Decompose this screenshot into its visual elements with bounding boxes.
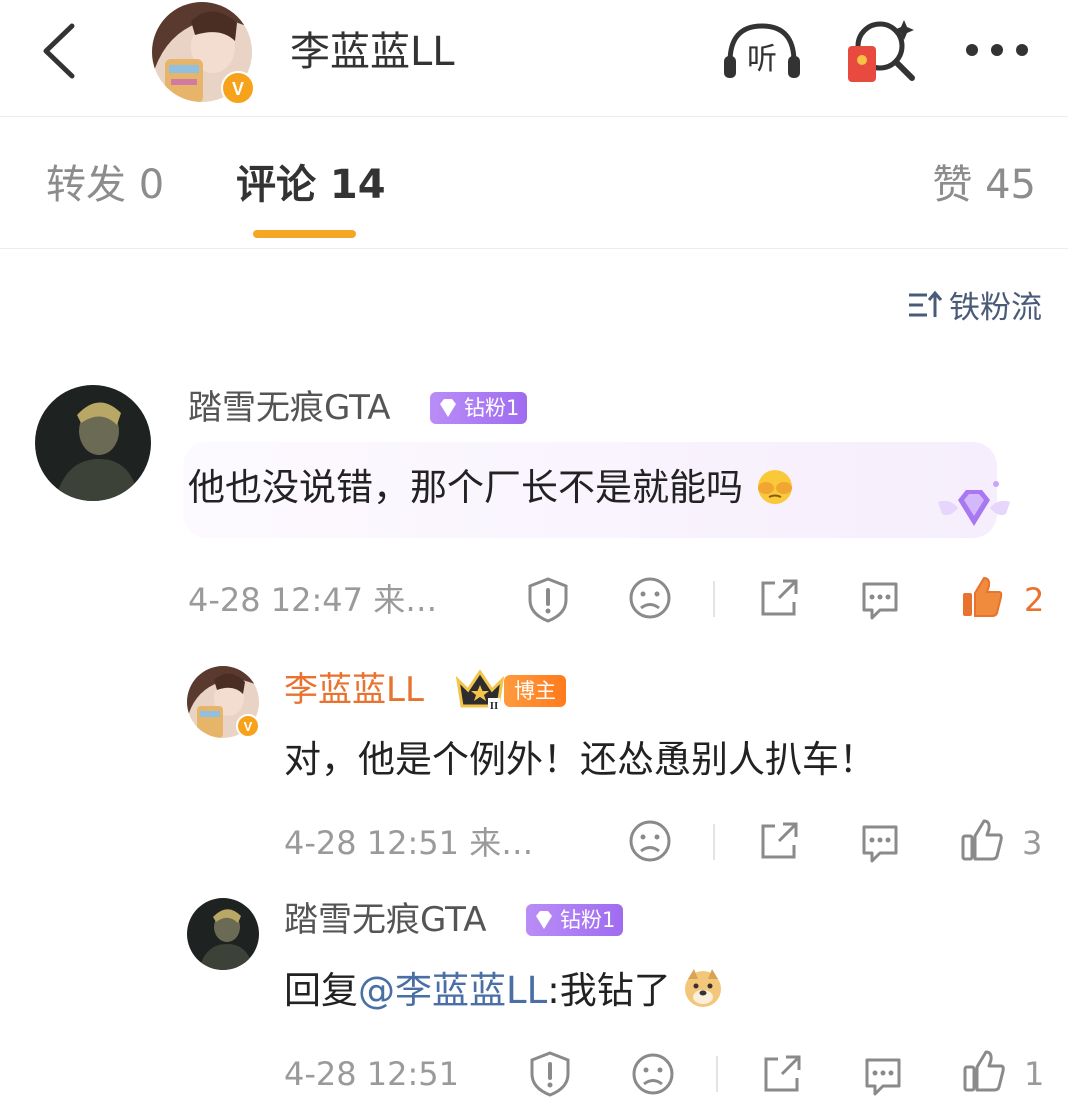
comment-text-content: 他也没说错，那个厂长不是就能吗 (188, 466, 743, 509)
action-divider (713, 824, 715, 860)
tab-bar: 转发 0 评论 14 赞 45 (0, 117, 1068, 249)
comment-text: 他也没说错，那个厂长不是就能吗 (188, 462, 795, 514)
reply-time: 4-28 12:51 (284, 1055, 460, 1093)
tab-repost[interactable]: 转发 0 (46, 157, 164, 213)
blogger-badge: 博主 (504, 675, 566, 707)
reply-icon[interactable] (858, 578, 902, 622)
page-title: 李蓝蓝LL (290, 29, 455, 75)
reply-prefix: 回复 (284, 969, 358, 1012)
commenter-avatar[interactable] (187, 898, 259, 970)
diamond-wings-icon (936, 478, 1012, 542)
reply-username[interactable]: 踏雪无痕GTA (284, 898, 487, 942)
more-icon[interactable] (962, 40, 1032, 60)
report-icon[interactable] (528, 1050, 572, 1098)
sort-toggle[interactable]: 铁粉流 (907, 282, 1042, 327)
like-icon[interactable] (962, 1048, 1006, 1094)
doge-emoji-icon (682, 967, 724, 1009)
dislike-face-icon[interactable] (628, 819, 672, 863)
like-icon-active[interactable] (960, 574, 1004, 620)
sort-label: 铁粉流 (949, 290, 1042, 326)
reply-text: 对，他是个例外！还怂恿别人扒车！ (284, 738, 876, 781)
listen-icon[interactable]: 听 (720, 20, 804, 82)
verified-icon: V (236, 714, 260, 738)
reply-suffix: :我钻了 (547, 969, 671, 1012)
red-packet-search-icon[interactable] (846, 16, 918, 88)
diamond-icon (436, 396, 460, 420)
like-count: 3 (1022, 824, 1043, 862)
like-count: 2 (1024, 581, 1045, 619)
action-divider (713, 581, 715, 617)
verified-icon: V (221, 71, 255, 105)
poster-avatar[interactable]: V (151, 1, 256, 105)
fan-badge: 钻粉1 (526, 904, 624, 936)
sort-icon (907, 290, 943, 320)
fan-badge-label: 钻粉1 (464, 396, 520, 420)
tab-comment[interactable]: 评论 14 (236, 157, 386, 213)
svg-text:V: V (232, 79, 244, 99)
tab-like[interactable]: 赞 45 (932, 157, 1036, 213)
fan-badge-label: 钻粉1 (560, 908, 616, 932)
commenter-avatar[interactable] (35, 385, 151, 501)
action-divider (716, 1056, 718, 1092)
reply-icon[interactable] (861, 1054, 905, 1098)
share-icon[interactable] (760, 1052, 804, 1096)
dislike-face-icon[interactable] (631, 1052, 675, 1096)
svg-text:II: II (490, 700, 499, 712)
svg-text:V: V (244, 719, 253, 734)
crown-icon: II (454, 668, 506, 712)
top-bar: V 李蓝蓝LL 听 (0, 0, 1068, 117)
share-icon[interactable] (757, 576, 801, 620)
reply-username[interactable]: 李蓝蓝LL (284, 668, 424, 712)
like-count: 1 (1024, 1055, 1045, 1093)
fan-badge: 钻粉1 (430, 392, 528, 424)
like-icon[interactable] (960, 817, 1004, 863)
reply-icon[interactable] (858, 821, 902, 865)
reply-text: 回复@李蓝蓝LL:我钻了 (284, 965, 724, 1017)
active-tab-indicator (253, 230, 356, 238)
dislike-face-icon[interactable] (628, 576, 672, 620)
comment-time: 4-28 12:47 来… (188, 581, 438, 619)
back-icon[interactable] (36, 22, 86, 80)
reply-time: 4-28 12:51 来… (284, 824, 534, 862)
report-icon[interactable] (526, 576, 570, 624)
mention-link[interactable]: @李蓝蓝LL (358, 969, 547, 1012)
svg-text:听: 听 (747, 42, 777, 77)
covering-face-emoji-icon (755, 466, 795, 506)
diamond-icon (532, 908, 556, 932)
share-icon[interactable] (757, 819, 801, 863)
comment-username[interactable]: 踏雪无痕GTA (188, 386, 391, 430)
